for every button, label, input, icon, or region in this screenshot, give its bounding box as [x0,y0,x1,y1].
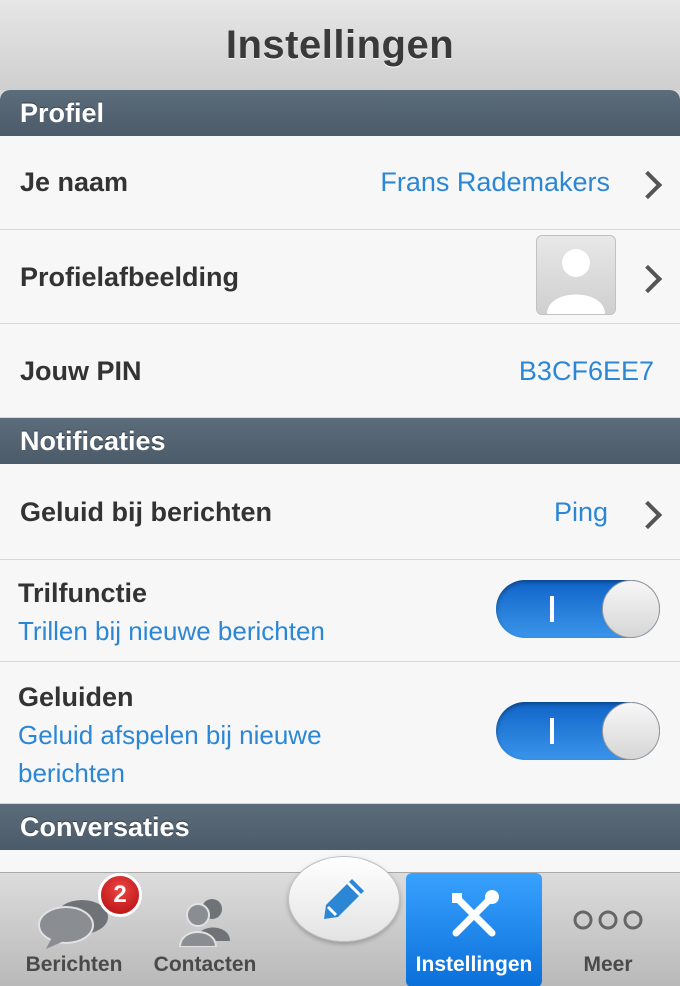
tab-instellingen[interactable]: Instellingen [406,873,542,986]
row-profielafbeelding[interactable]: Profielafbeelding [0,230,680,324]
tab-label: Instellingen [415,953,533,976]
page-title: Instellingen [225,22,455,67]
contacts-icon [178,899,230,947]
row-geluid-bij-berichten[interactable]: Geluid bij berichten Ping [0,464,680,560]
section-header-notificaties: Notificaties [0,418,680,464]
pencil-icon [324,879,364,919]
row-label: Je naam [20,167,129,197]
settings-list: Profiel Je naam Frans Rademakers Profiel… [0,90,680,872]
sound-value: Ping [553,497,608,527]
row-sublabel: berichten [18,758,125,788]
geluiden-toggle[interactable] [496,702,660,760]
name-value: Frans Rademakers [380,167,610,197]
row-label: Profielafbeelding [20,262,240,292]
toggle-knob [602,702,660,760]
tab-berichten[interactable]: 2 Berichten [10,873,142,986]
row-geluiden: Geluiden Geluid afspelen bij nieuwe beri… [0,662,680,804]
tab-label: Berichten [25,953,123,976]
row-label: Jouw PIN [20,356,142,386]
avatar-placeholder-icon [536,235,616,315]
tab-contacten[interactable]: Contacten [140,873,270,986]
unread-badge: 2 [98,873,142,917]
navigation-bar: Instellingen [0,0,680,90]
toggle-on-indicator [550,718,554,744]
toggle-on-indicator [550,596,554,622]
tab-label: Contacten [153,953,257,976]
chevron-right-icon [633,170,663,200]
tab-meer[interactable]: Meer [548,873,668,986]
toggle-knob [602,580,660,638]
chevron-right-icon [633,500,663,530]
row-label: Geluiden [18,682,134,712]
section-header-profiel: Profiel [0,90,680,136]
row-je-naam[interactable]: Je naam Frans Rademakers [0,136,680,230]
pin-value: B3CF6EE7 [518,356,654,386]
row-label: Trilfunctie [18,578,148,608]
tools-icon [452,890,499,937]
row-sublabel: Geluid afspelen bij nieuwe [18,720,322,750]
row-sublabel: Trillen bij nieuwe berichten [18,616,325,646]
row-jouw-pin: Jouw PIN B3CF6EE7 [0,324,680,418]
tab-label: Meer [583,953,633,976]
row-label: Geluid bij berichten [20,497,273,527]
compose-button[interactable] [288,856,400,942]
chevron-right-icon [633,264,663,294]
trilfunctie-toggle[interactable] [496,580,660,638]
more-dots-icon [573,910,643,930]
section-header-conversaties: Conversaties [0,804,680,850]
row-trilfunctie: Trilfunctie Trillen bij nieuwe berichten [0,560,680,662]
